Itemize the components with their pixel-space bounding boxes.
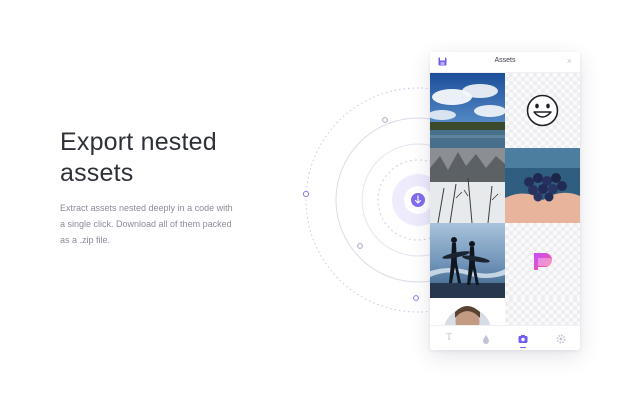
panel-header: Assets × <box>430 52 580 73</box>
asset-tile[interactable] <box>505 73 580 148</box>
panel-title: Assets <box>494 57 516 64</box>
assets-panel: Assets × T <box>430 52 580 350</box>
coastal-sky-photo <box>430 73 505 148</box>
asset-tile[interactable] <box>430 148 505 223</box>
asset-tile[interactable] <box>430 223 505 298</box>
close-icon[interactable]: × <box>567 56 572 66</box>
asset-tile[interactable] <box>430 73 505 148</box>
text-tab-icon[interactable]: T <box>442 332 456 346</box>
orbit-dot <box>302 190 310 198</box>
orbit-dot <box>413 295 419 301</box>
color-drop-tab-icon[interactable] <box>479 332 493 346</box>
brand-logo <box>534 253 553 270</box>
settings-gear-tab-icon[interactable] <box>554 332 568 346</box>
snowy-forest-photo <box>430 148 505 223</box>
smiley-face-icon <box>526 94 559 127</box>
asset-tile[interactable] <box>505 148 580 223</box>
asset-tile[interactable] <box>505 223 580 298</box>
blueberries-photo <box>505 148 580 223</box>
active-tab-indicator <box>520 346 526 348</box>
surfers-beach-photo <box>430 223 505 298</box>
panel-tabbar: T <box>430 325 580 350</box>
orbit-dot <box>382 117 388 123</box>
orbit-dot <box>357 243 363 249</box>
image-tab-icon[interactable] <box>516 332 530 346</box>
